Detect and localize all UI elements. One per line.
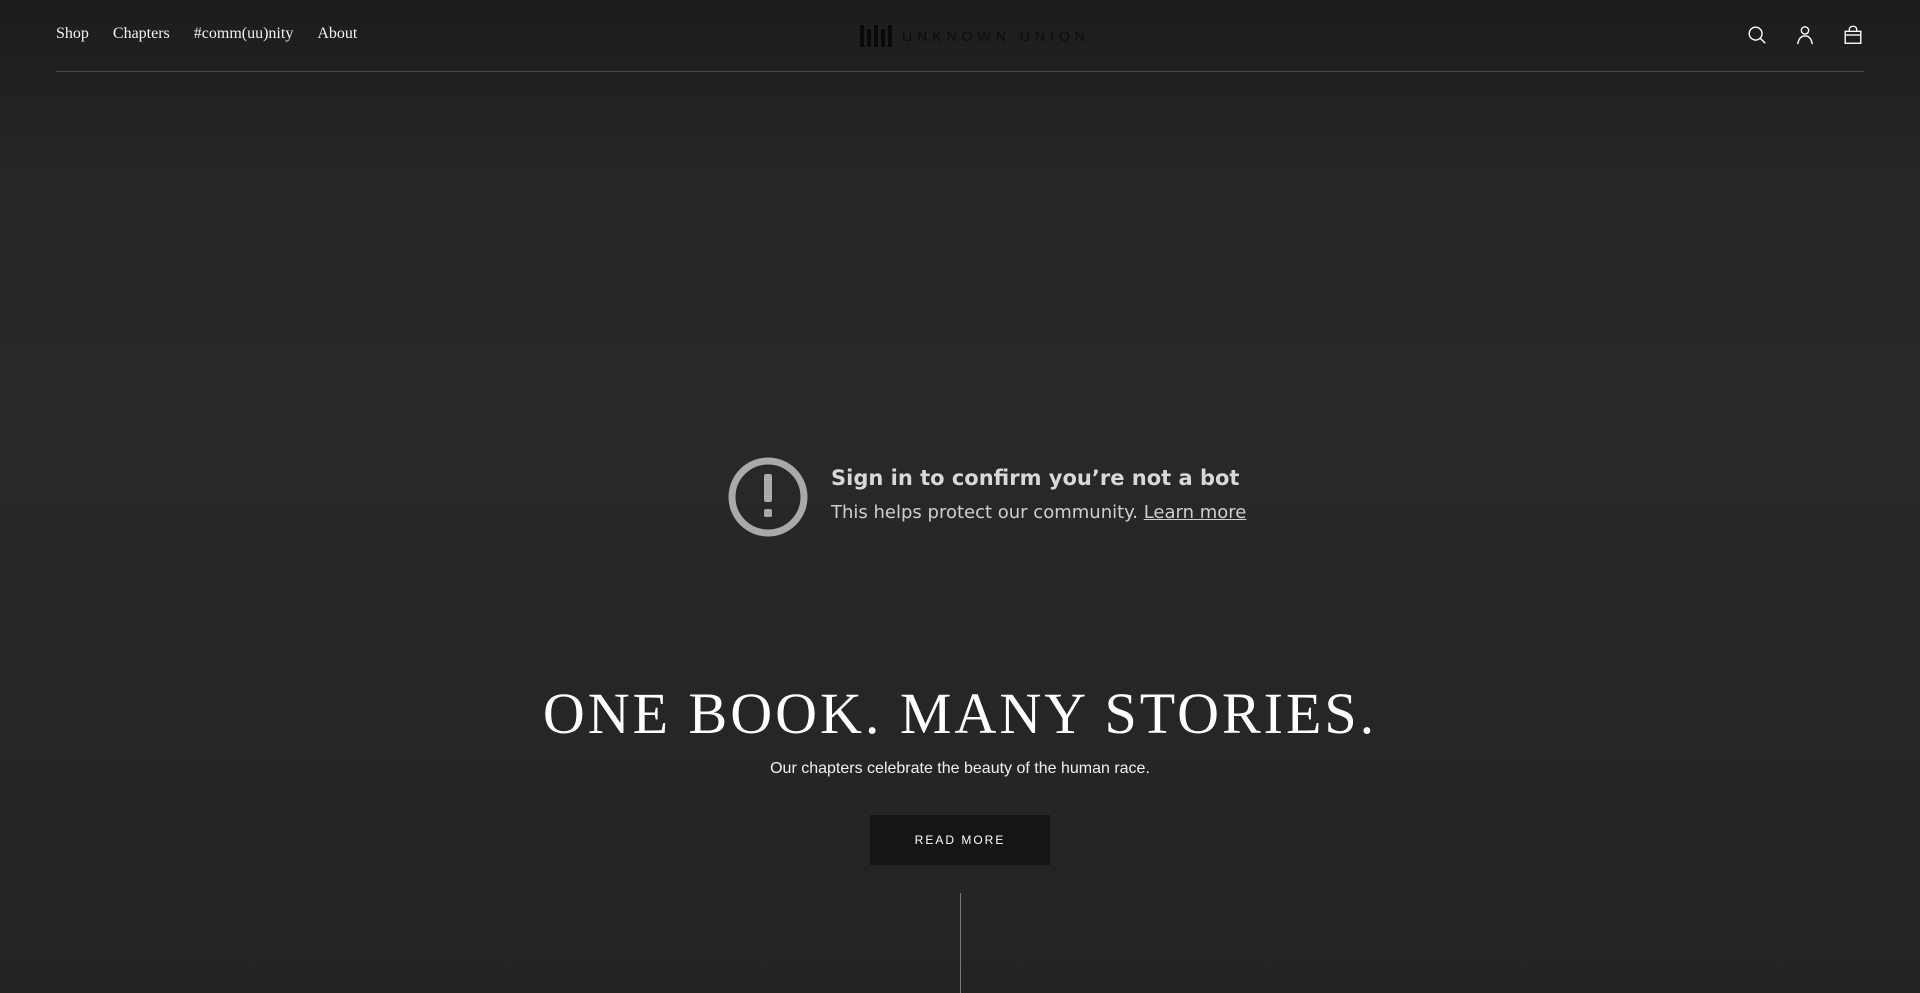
learn-more-link[interactable]: Learn more [1144,502,1247,523]
notice-subtitle-text: This helps protect our community. [831,502,1138,523]
nav-item-chapters[interactable]: Chapters [113,25,170,43]
notice-title: Sign in to confirm you’re not a bot [831,466,1240,490]
header-actions [1746,24,1864,46]
notice-subtitle: This helps protect our community. Learn … [831,502,1246,523]
search-icon[interactable] [1746,24,1768,46]
scroll-divider-line [960,893,961,993]
hero-title: ONE BOOK. MANY STORIES. [542,681,1378,746]
account-icon[interactable] [1794,24,1816,46]
site-logo[interactable]: UNKNOWN UNION [860,25,1090,47]
hero-subtitle: Our chapters celebrate the beauty of the… [770,760,1150,777]
logo-mark-icon [860,25,892,47]
nav-item-shop[interactable]: Shop [56,25,89,43]
notice-text: Sign in to confirm you’re not a bot This… [831,456,1246,523]
read-more-button[interactable]: READ MORE [870,815,1050,865]
bot-check-notice: Sign in to confirm you’re not a bot This… [727,456,1246,538]
logo-text: UNKNOWN UNION [902,28,1090,44]
main-nav: Shop Chapters #comm(uu)nity About [56,25,357,43]
nav-item-about[interactable]: About [317,25,357,43]
cart-icon[interactable] [1842,24,1864,46]
nav-item-community[interactable]: #comm(uu)nity [194,25,294,43]
exclamation-circle-icon [728,457,808,537]
site-header: Shop Chapters #comm(uu)nity About UNKNOW… [56,0,1864,72]
